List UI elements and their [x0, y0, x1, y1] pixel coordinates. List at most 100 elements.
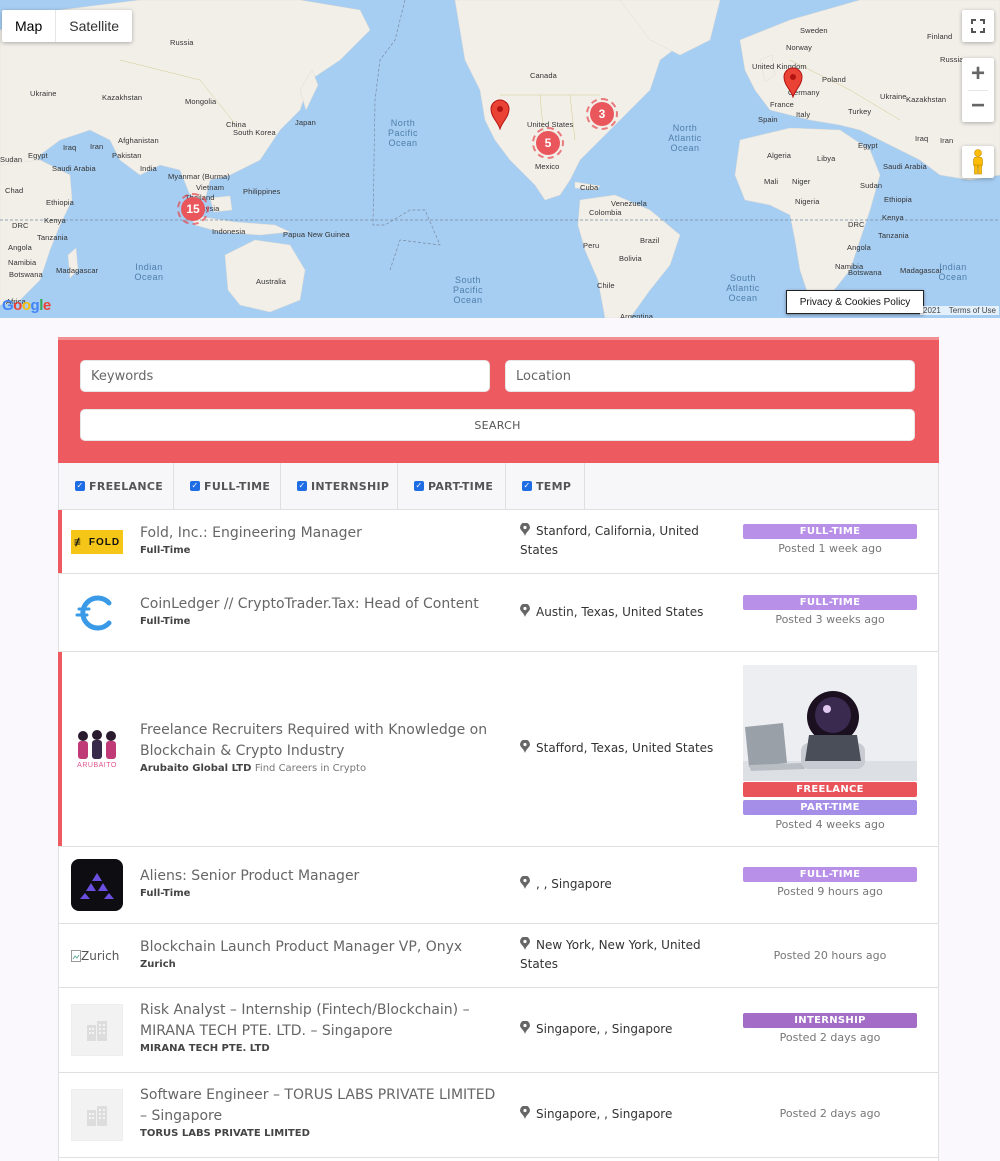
- fold-logo-icon: ≢: [73, 535, 87, 549]
- filter-full-time[interactable]: ✓ FULL-TIME: [174, 463, 281, 509]
- keywords-input[interactable]: Keywords: [80, 360, 490, 392]
- job-type-badge: FULL-TIME: [743, 524, 917, 539]
- company-logo: ≢ FOLD: [71, 516, 123, 568]
- posted-date: Posted 4 weeks ago: [775, 818, 885, 831]
- job-title-block: Blockchain Launch Product Manager VP, On…: [140, 937, 500, 972]
- location-text: Singapore, , Singapore: [536, 1022, 673, 1036]
- job-title[interactable]: Aliens: Senior Product Manager: [140, 866, 500, 887]
- job-meta: Posted 20 hours ago: [743, 949, 917, 963]
- job-listing-row[interactable]: Risk Analyst – Internship (Fintech/Block…: [58, 988, 939, 1073]
- job-title[interactable]: Freelance Recruiters Required with Knowl…: [140, 720, 500, 762]
- job-meta: FREELANCE PART-TIME Posted 4 weeks ago: [743, 665, 917, 832]
- job-type-badge: FULL-TIME: [743, 867, 917, 882]
- location-text: Stafford, Texas, United States: [536, 741, 714, 755]
- job-meta: Posted 2 days ago: [743, 1107, 917, 1121]
- company-logo: [71, 859, 123, 911]
- filter-label: INTERNSHIP: [311, 479, 390, 493]
- job-company: Arubaito Global LTD: [140, 763, 252, 774]
- filter-part-time[interactable]: ✓ PART-TIME: [398, 463, 506, 509]
- filter-internship[interactable]: ✓ INTERNSHIP: [281, 463, 398, 509]
- job-title-block: Software Engineer – TORUS LABS PRIVATE L…: [140, 1085, 500, 1141]
- map-marker-icon[interactable]: [782, 66, 804, 98]
- filter-label: FREELANCE: [89, 479, 164, 493]
- location-text: , , Singapore: [536, 877, 612, 891]
- broken-image-icon: [71, 950, 81, 962]
- company-logo: [71, 1089, 123, 1141]
- filter-label: FULL-TIME: [204, 479, 271, 493]
- map-type-map-button[interactable]: Map: [2, 10, 57, 42]
- job-title-block: Aliens: Senior Product Manager Full-Time: [140, 866, 500, 901]
- cluster-southeast-asia[interactable]: 15: [177, 193, 209, 225]
- posted-date: Posted 2 days ago: [779, 1031, 881, 1044]
- filter-freelance[interactable]: ✓ FREELANCE: [59, 463, 174, 509]
- job-listing-row[interactable]: Zurich Blockchain Launch Product Manager…: [58, 924, 939, 988]
- cluster-east-us[interactable]: 3: [586, 98, 618, 130]
- location-text: Austin, Texas, United States: [536, 605, 704, 619]
- job-company: Zurich: [140, 959, 176, 970]
- job-company-line: Arubaito Global LTD Find Careers in Cryp…: [140, 762, 500, 776]
- checkbox-checked-icon[interactable]: ✓: [414, 481, 424, 491]
- job-type-badge: FREELANCE: [743, 782, 917, 797]
- pegman-icon: [973, 149, 983, 175]
- job-company: MIRANA TECH PTE. LTD: [140, 1043, 270, 1054]
- fullscreen-button[interactable]: [962, 10, 994, 42]
- location-text: New York, New York, United States: [520, 938, 701, 971]
- logo-text: ARUBAITO: [77, 761, 117, 769]
- job-meta: FULL-TIME Posted 3 weeks ago: [743, 595, 917, 627]
- checkbox-checked-icon[interactable]: ✓: [75, 481, 85, 491]
- map-type-control: Map Satellite: [2, 10, 133, 42]
- job-location: New York, New York, United States: [520, 936, 720, 974]
- job-type-filters: ✓ FREELANCE ✓ FULL-TIME ✓ INTERNSHIP ✓ PART-…: [58, 463, 939, 510]
- location-pin-icon: [520, 1021, 530, 1034]
- filter-temp[interactable]: ✓ TEMP: [506, 463, 585, 509]
- job-featured-image: [743, 665, 917, 781]
- job-location: Austin, Texas, United States: [520, 603, 720, 622]
- job-location: , , Singapore: [520, 875, 720, 894]
- job-company: Full-Time: [140, 616, 191, 627]
- privacy-cookies-link[interactable]: Privacy & Cookies Policy: [786, 290, 924, 314]
- company-logo: [71, 587, 123, 639]
- job-title-block: Freelance Recruiters Required with Knowl…: [140, 720, 500, 776]
- map-footer: 2021 Terms of Use: [920, 306, 999, 315]
- checkbox-checked-icon[interactable]: ✓: [190, 481, 200, 491]
- job-title[interactable]: Blockchain Launch Product Manager VP, On…: [140, 937, 500, 958]
- job-map[interactable]: Finland Russia Sweden Norway Poland Ukra…: [0, 0, 1000, 318]
- google-logo: Google: [2, 297, 51, 314]
- job-listing-row[interactable]: Aliens: Senior Product Manager Full-Time…: [58, 847, 939, 924]
- cluster-mexico[interactable]: 5: [532, 127, 564, 159]
- building-placeholder-icon: [87, 1106, 107, 1126]
- map-copyright-year: 2021: [923, 306, 941, 315]
- terms-of-use-link[interactable]: Terms of Use: [949, 306, 996, 315]
- job-title[interactable]: Fold, Inc.: Engineering Manager: [140, 523, 500, 544]
- job-title[interactable]: Software Engineer – TORUS LABS PRIVATE L…: [140, 1085, 500, 1127]
- cluster-count: 15: [181, 197, 205, 221]
- location-input[interactable]: Location: [505, 360, 915, 392]
- job-listing-row[interactable]: ARUBAITO Freelance Recruiters Required w…: [58, 652, 939, 847]
- job-title[interactable]: CoinLedger // CryptoTrader.Tax: Head of …: [140, 594, 500, 615]
- zoom-in-button[interactable]: +: [962, 58, 994, 90]
- logo-alt-text: Zurich: [81, 949, 120, 963]
- fullscreen-icon: [971, 19, 985, 33]
- location-text: Stanford, California, United States: [520, 524, 699, 557]
- zoom-out-button[interactable]: −: [962, 90, 994, 122]
- job-listing-row[interactable]: ≢ FOLD Fold, Inc.: Engineering Manager Fu…: [58, 510, 939, 574]
- job-listing-row[interactable]: CoinLedger // CryptoTrader.Tax: Head of …: [58, 574, 939, 652]
- posted-date: Posted 20 hours ago: [773, 949, 887, 962]
- job-meta: FULL-TIME Posted 1 week ago: [743, 524, 917, 556]
- location-text: Singapore, , Singapore: [536, 1107, 673, 1121]
- company-logo: Zurich: [71, 930, 135, 982]
- job-listings: ≢ FOLD Fold, Inc.: Engineering Manager Fu…: [58, 510, 939, 1161]
- map-marker-icon[interactable]: [489, 98, 511, 130]
- posted-date: Posted 3 weeks ago: [775, 613, 885, 626]
- job-location: Stanford, California, United States: [520, 522, 720, 560]
- checkbox-checked-icon[interactable]: ✓: [522, 481, 532, 491]
- checkbox-checked-icon[interactable]: ✓: [297, 481, 307, 491]
- job-title[interactable]: Risk Analyst – Internship (Fintech/Block…: [140, 1000, 500, 1042]
- plus-icon: +: [970, 60, 985, 87]
- street-view-button[interactable]: [962, 146, 994, 178]
- map-type-satellite-button[interactable]: Satellite: [56, 10, 132, 42]
- search-button[interactable]: SEARCH: [80, 409, 915, 441]
- job-type-badge: INTERNSHIP: [743, 1013, 917, 1028]
- job-listing-row[interactable]: Software Engineer – TORUS LABS PRIVATE L…: [58, 1073, 939, 1158]
- cluster-count: 3: [590, 102, 614, 126]
